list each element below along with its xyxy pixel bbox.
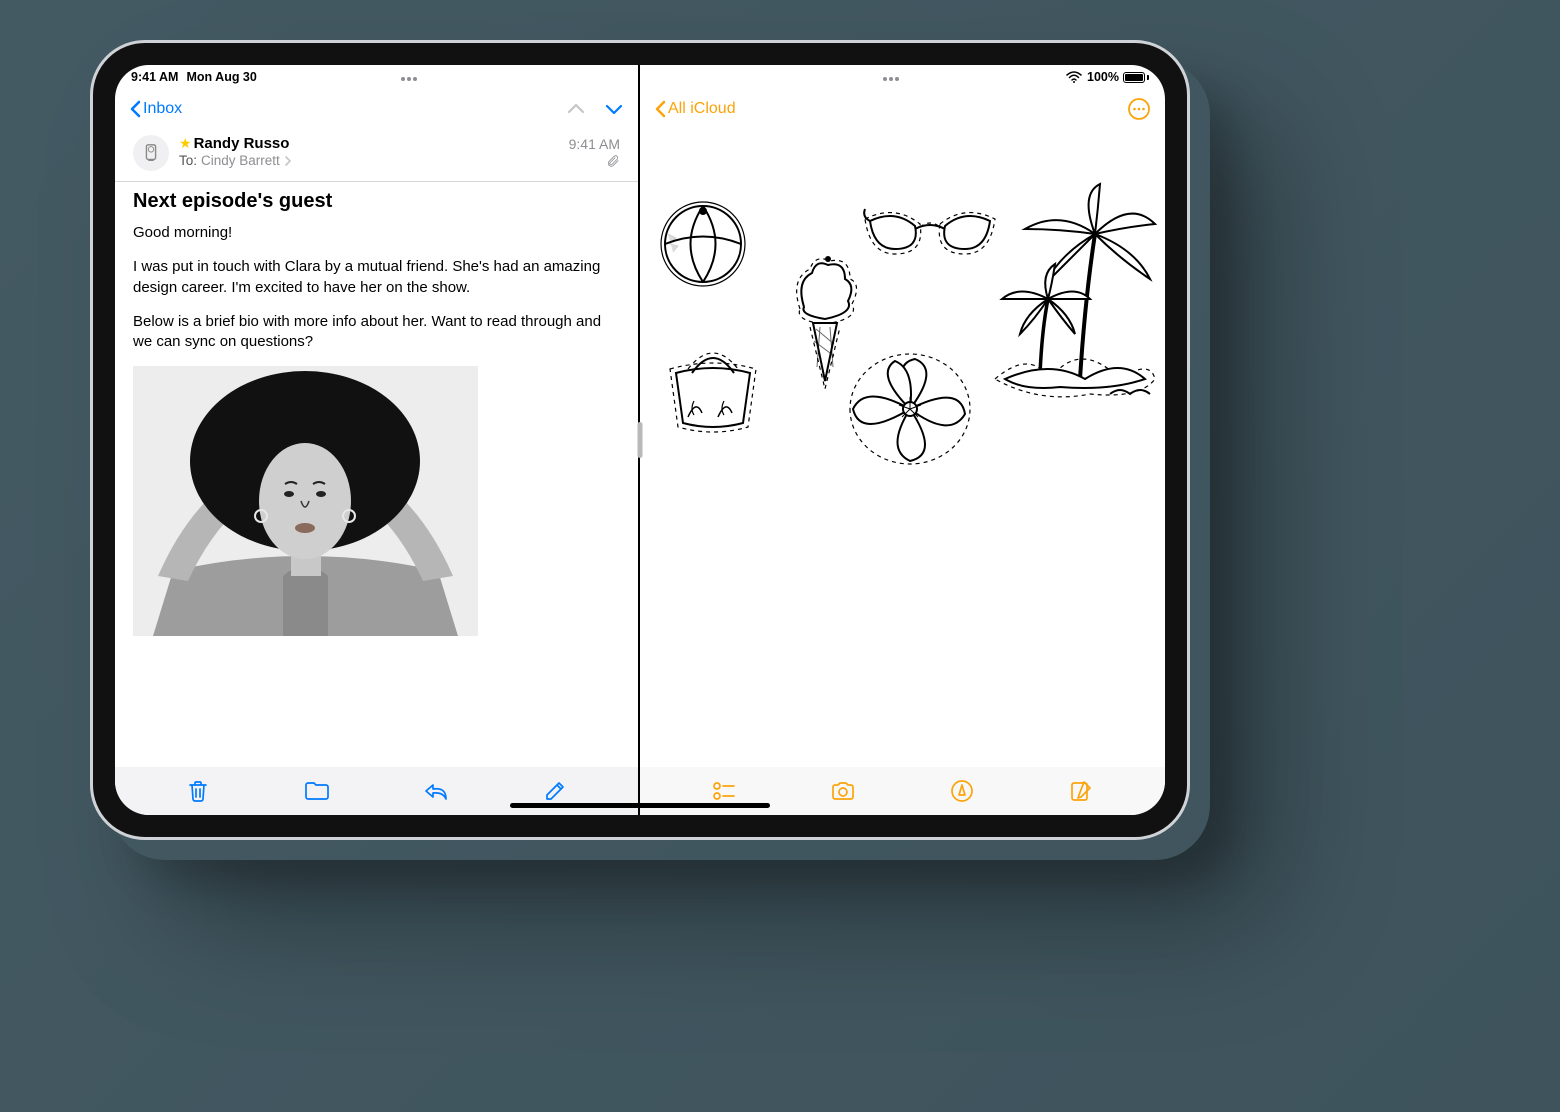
back-to-inbox-button[interactable]: Inbox <box>129 100 182 118</box>
sender-name[interactable]: Randy Russo <box>194 135 290 152</box>
multitask-dots-icon[interactable] <box>400 70 418 84</box>
message-subject: Next episode's guest <box>133 190 620 213</box>
sketch-sunglasses[interactable] <box>860 199 1000 269</box>
checklist-button[interactable] <box>711 778 737 804</box>
body-paragraph: Good morning! <box>133 223 620 243</box>
message-body: Next episode's guest Good morning! I was… <box>115 182 638 767</box>
message-time: 9:41 AM <box>569 136 620 152</box>
more-options-button[interactable] <box>1127 97 1151 121</box>
body-paragraph: I was put in touch with Clara by a mutua… <box>133 257 620 298</box>
back-label: Inbox <box>143 100 182 118</box>
to-label: To: <box>179 153 197 168</box>
battery-percent: 100% <box>1087 70 1119 84</box>
previous-message-button[interactable] <box>566 102 586 116</box>
attached-photo[interactable] <box>133 366 478 636</box>
ipad-device: 9:41 AM Mon Aug 30 Inbox <box>90 40 1190 840</box>
status-bar-left: 9:41 AM Mon Aug 30 <box>115 65 638 89</box>
wifi-icon <box>1066 71 1082 83</box>
compose-button[interactable] <box>542 778 568 804</box>
home-indicator[interactable] <box>510 803 770 808</box>
note-canvas[interactable] <box>640 129 1165 767</box>
camera-button[interactable] <box>830 778 856 804</box>
sketch-palm-trees[interactable] <box>990 179 1160 409</box>
notes-navbar: All iCloud <box>640 89 1165 129</box>
status-bar-right: 100% <box>640 65 1165 89</box>
multitask-dots-icon[interactable] <box>882 70 900 84</box>
next-message-button[interactable] <box>604 102 624 116</box>
trash-button[interactable] <box>185 778 211 804</box>
details-chevron-icon[interactable] <box>284 156 292 166</box>
move-folder-button[interactable] <box>304 778 330 804</box>
status-date: Mon Aug 30 <box>186 70 256 84</box>
mail-app: 9:41 AM Mon Aug 30 Inbox <box>115 65 640 815</box>
sketch-beach-bag[interactable] <box>658 329 768 439</box>
mail-navbar: Inbox <box>115 89 638 129</box>
markup-button[interactable] <box>949 778 975 804</box>
message-header: ★ Randy Russo 9:41 AM To: Cindy Barrett <box>115 129 638 182</box>
sender-avatar[interactable] <box>133 135 169 171</box>
back-to-all-icloud-button[interactable]: All iCloud <box>654 100 736 118</box>
screen: 9:41 AM Mon Aug 30 Inbox <box>115 65 1165 815</box>
battery-icon <box>1123 72 1149 83</box>
sketch-beach-ball[interactable] <box>658 199 748 289</box>
recipient-name[interactable]: Cindy Barrett <box>201 153 280 168</box>
reply-button[interactable] <box>423 778 449 804</box>
notes-app: 100% All iCloud <box>640 65 1165 815</box>
new-note-button[interactable] <box>1068 778 1094 804</box>
vip-star-icon: ★ <box>179 135 192 152</box>
attachment-icon[interactable] <box>606 154 620 168</box>
split-view-handle[interactable] <box>638 422 643 458</box>
status-time: 9:41 AM <box>131 70 178 84</box>
back-label: All iCloud <box>668 100 736 118</box>
sketch-flower[interactable] <box>845 349 975 469</box>
body-paragraph: Below is a brief bio with more info abou… <box>133 312 620 353</box>
